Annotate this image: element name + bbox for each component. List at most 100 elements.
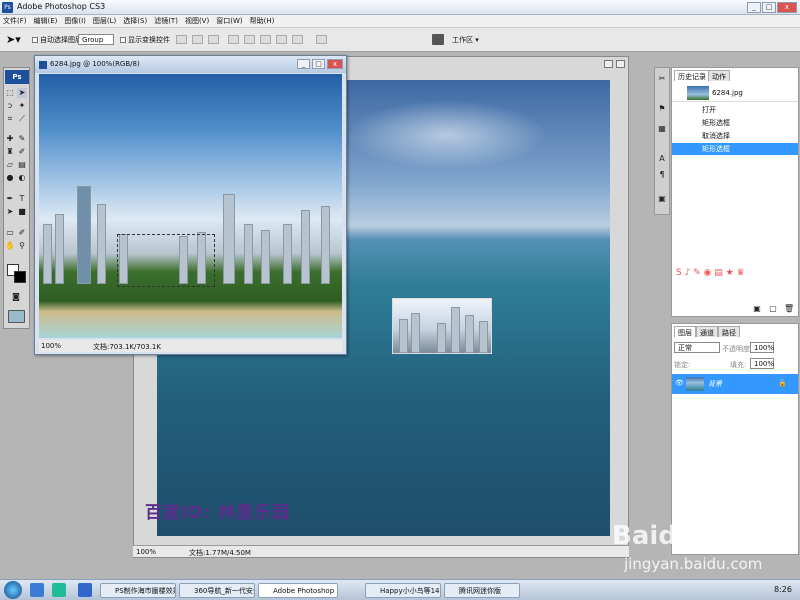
- pasted-city-selection[interactable]: [392, 298, 492, 354]
- background-color-swatch[interactable]: [14, 271, 26, 283]
- history-item[interactable]: 矩形选框: [672, 117, 798, 129]
- menu-image[interactable]: 图像(I): [64, 16, 86, 26]
- history-item-selected[interactable]: 矩形选框: [672, 143, 798, 155]
- slice-tool-icon[interactable]: ⟋: [17, 114, 27, 124]
- eyedropper-icon[interactable]: ✐: [17, 228, 27, 238]
- path-select-icon[interactable]: ➤: [5, 207, 15, 217]
- history-item[interactable]: 取消选择: [672, 130, 798, 142]
- app-icon[interactable]: [78, 583, 92, 597]
- auto-select-checkbox[interactable]: 自动选择图层: [32, 35, 82, 45]
- doc-close-button[interactable]: [616, 60, 625, 68]
- tab-history[interactable]: 历史记录: [674, 70, 710, 81]
- info-icon[interactable]: ▣: [657, 194, 667, 204]
- tab-paths[interactable]: 路径: [718, 326, 740, 337]
- workspace-dropdown[interactable]: 工作区 ▾: [452, 35, 479, 45]
- city-image[interactable]: [39, 74, 342, 338]
- auto-select-dropdown[interactable]: Group: [78, 34, 114, 45]
- clock: 8:26: [774, 585, 792, 594]
- dodge-tool-icon[interactable]: ◐: [17, 173, 27, 183]
- taskbar-item[interactable]: Happy小小鸟等14...: [365, 583, 441, 598]
- bridge-icon[interactable]: [432, 34, 444, 45]
- tab-layers[interactable]: 图层: [674, 326, 696, 337]
- align-vcenter-icon[interactable]: [192, 35, 203, 44]
- screen-mode-icon[interactable]: [8, 310, 25, 323]
- align-bottom-icon[interactable]: [208, 35, 219, 44]
- distribute-center-icon[interactable]: [260, 35, 271, 44]
- menu-file[interactable]: 文件(F): [3, 16, 27, 26]
- distribute-bottom-icon[interactable]: [276, 35, 287, 44]
- fill-input[interactable]: 100%: [750, 358, 774, 369]
- clone-stamp-icon[interactable]: ♜: [5, 147, 15, 157]
- menu-window[interactable]: 窗口(W): [216, 16, 242, 26]
- document-window-city[interactable]: 6284.jpg @ 100%(RGB/8) _ □ x 100% 文档:703…: [34, 55, 347, 355]
- tab-actions[interactable]: 动作: [708, 70, 730, 81]
- menu-select[interactable]: 选择(S): [123, 16, 147, 26]
- eraser-tool-icon[interactable]: ▱: [5, 160, 15, 170]
- sogou-toolbar-icons[interactable]: S ♪ ✎ ◉ ▤ ★ ♛: [676, 268, 756, 282]
- brush-tool-icon[interactable]: ✎: [17, 134, 27, 144]
- navigator-icon[interactable]: ✂: [657, 74, 667, 84]
- new-snapshot-icon[interactable]: ▣: [752, 304, 762, 314]
- start-button[interactable]: [4, 581, 22, 599]
- menu-help[interactable]: 帮助(H): [250, 16, 275, 26]
- shape-tool-icon[interactable]: ■: [17, 207, 27, 217]
- delete-icon[interactable]: 🗑: [784, 304, 794, 314]
- image-minimize-button[interactable]: _: [297, 59, 310, 69]
- gradient-tool-icon[interactable]: ▤: [17, 160, 27, 170]
- pen-tool-icon[interactable]: ✒: [5, 194, 15, 204]
- image-window-titlebar[interactable]: 6284.jpg @ 100%(RGB/8) _ □ x: [35, 56, 346, 73]
- character-icon[interactable]: A: [657, 154, 667, 164]
- menu-layer[interactable]: 图层(L): [93, 16, 116, 26]
- rectangular-marquee-selection[interactable]: [117, 234, 215, 287]
- canvas-zoom[interactable]: 100%: [136, 548, 156, 556]
- layer-row-background[interactable]: 👁 背景 🔒: [672, 374, 798, 394]
- minimize-button[interactable]: _: [747, 2, 761, 13]
- zoom-tool-icon[interactable]: ⚲: [17, 241, 27, 251]
- history-item[interactable]: 打开: [672, 104, 798, 116]
- blur-tool-icon[interactable]: ●: [5, 173, 15, 183]
- opacity-input[interactable]: 100%: [750, 342, 774, 353]
- new-document-icon[interactable]: ▢: [768, 304, 778, 314]
- tab-channels[interactable]: 通道: [696, 326, 718, 337]
- explorer-icon[interactable]: [30, 583, 44, 597]
- brushes-icon[interactable]: ⚑: [657, 104, 667, 114]
- healing-brush-icon[interactable]: ✚: [5, 134, 15, 144]
- baidu-id-watermark: 百度ID: 林塁乐园: [145, 503, 291, 523]
- paragraph-icon[interactable]: ¶: [657, 170, 667, 180]
- move-tool-icon[interactable]: ➤▾: [6, 33, 21, 46]
- history-snapshot[interactable]: 6284.jpg: [672, 84, 798, 102]
- menu-view[interactable]: 视图(V): [185, 16, 209, 26]
- hand-tool-icon[interactable]: ✋: [5, 241, 15, 251]
- menu-filter[interactable]: 滤镜(T): [154, 16, 178, 26]
- crop-tool-icon[interactable]: ⌗: [5, 114, 15, 124]
- align-top-icon[interactable]: [176, 35, 187, 44]
- distribute-top-icon[interactable]: [244, 35, 255, 44]
- notes-tool-icon[interactable]: ▭: [5, 228, 15, 238]
- taskbar-item[interactable]: 腾讯网迷你版: [444, 583, 520, 598]
- auto-align-icon[interactable]: [316, 35, 327, 44]
- browser-icon[interactable]: [52, 583, 66, 597]
- taskbar-item[interactable]: PS制作海市蜃楼效果...: [100, 583, 176, 598]
- close-button[interactable]: x: [777, 2, 797, 13]
- type-tool-icon[interactable]: T: [17, 194, 27, 204]
- taskbar-item[interactable]: 360导航_新一代安全...: [179, 583, 255, 598]
- image-maximize-button[interactable]: □: [312, 59, 325, 69]
- show-transform-checkbox[interactable]: 显示变换控件: [120, 35, 170, 45]
- marquee-tool-icon[interactable]: ⬚: [5, 88, 15, 98]
- move-tool-icon[interactable]: ➤: [17, 88, 27, 98]
- menu-edit[interactable]: 编辑(E): [34, 16, 58, 26]
- magic-wand-icon[interactable]: ✦: [17, 101, 27, 111]
- history-brush-icon[interactable]: ✐: [17, 147, 27, 157]
- distribute-left-icon[interactable]: [292, 35, 303, 44]
- align-left-icon[interactable]: [228, 35, 239, 44]
- maximize-button[interactable]: □: [762, 2, 776, 13]
- image-zoom[interactable]: 100%: [41, 342, 61, 350]
- visibility-eye-icon[interactable]: 👁: [675, 379, 684, 387]
- image-close-button[interactable]: x: [327, 59, 343, 69]
- swatches-icon[interactable]: ▦: [657, 124, 667, 134]
- doc-maximize-button[interactable]: [604, 60, 613, 68]
- taskbar-item-active[interactable]: Adobe Photoshop ...: [258, 583, 338, 598]
- quick-mask-icon[interactable]: ◙: [11, 292, 21, 302]
- lasso-tool-icon[interactable]: ↄ: [5, 101, 15, 111]
- blend-mode-dropdown[interactable]: 正常: [674, 342, 720, 353]
